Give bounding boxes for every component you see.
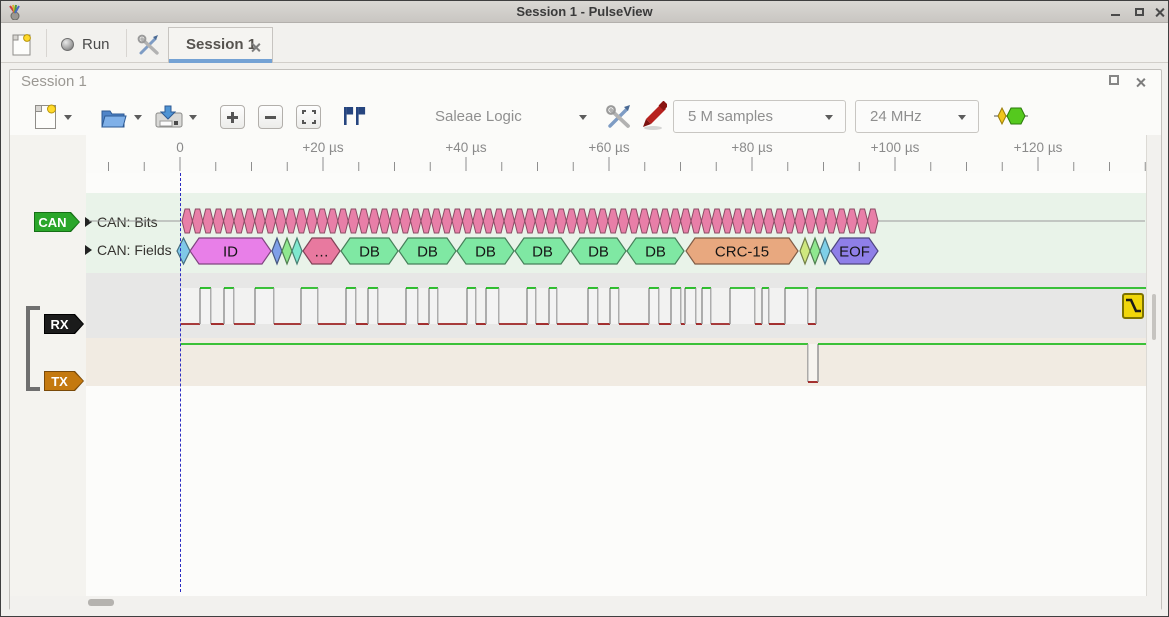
ruler-label: 0 — [176, 140, 184, 155]
panel-float-button[interactable] — [1109, 75, 1119, 85]
open-dropdown-arrow[interactable] — [134, 115, 142, 120]
save-button[interactable] — [155, 104, 183, 134]
falling-edge-icon — [1124, 295, 1142, 317]
ruler-label: +40 µs — [445, 140, 486, 155]
app-window: Session 1 - PulseView Run Session 1 Sess… — [0, 0, 1169, 617]
sample-rate-value: 24 MHz — [870, 108, 922, 125]
toolbar-separator — [46, 29, 47, 57]
add-decoder-button[interactable] — [994, 106, 1028, 131]
tab-session-1[interactable]: Session 1 — [168, 27, 273, 63]
sample-count-combo[interactable]: 5 M samples — [673, 100, 846, 133]
minimize-button[interactable] — [1105, 1, 1125, 23]
pulse-flags-icon — [341, 104, 367, 130]
configure-device-button[interactable] — [605, 103, 632, 135]
save-dropdown-arrow[interactable] — [189, 115, 197, 120]
maximize-button[interactable] — [1129, 1, 1149, 23]
new-file-icon — [34, 103, 57, 130]
signal-tag-tx[interactable]: TX — [44, 371, 84, 391]
combo-arrow-icon — [958, 115, 966, 120]
close-button[interactable] — [1149, 1, 1169, 23]
row-label: CAN: Bits — [97, 214, 158, 230]
run-label: Run — [82, 36, 110, 53]
tag-label: TX — [44, 371, 75, 391]
open-folder-icon — [100, 105, 128, 129]
scrollbar-track — [10, 596, 1161, 610]
float-icon — [1109, 75, 1119, 85]
tag-label: CAN — [34, 212, 71, 232]
expand-triangle-icon[interactable] — [85, 217, 92, 227]
tab-close-icon[interactable] — [250, 42, 261, 53]
plus-icon-bar — [231, 112, 234, 123]
new-file-dropdown-arrow[interactable] — [64, 115, 72, 120]
time-cursor[interactable] — [180, 173, 181, 592]
trace-right-margin — [1146, 135, 1161, 596]
maximize-icon — [1135, 8, 1144, 16]
minus-icon — [265, 116, 276, 119]
ruler-label: +80 µs — [731, 140, 772, 155]
zoom-edges-button[interactable] — [341, 104, 367, 135]
open-button[interactable] — [100, 105, 128, 134]
new-session-button[interactable] — [12, 33, 32, 56]
ruler-label: +60 µs — [588, 140, 629, 155]
save-icon — [155, 104, 183, 129]
decoder-rows-background[interactable] — [86, 193, 1146, 273]
tools-icon — [137, 34, 161, 56]
new-document-icon — [12, 33, 32, 56]
sample-count-value: 5 M samples — [688, 108, 773, 125]
zoom-in-button[interactable] — [220, 105, 245, 129]
rx-row-background[interactable] — [86, 273, 1146, 338]
combo-arrow-icon — [825, 115, 833, 120]
trigger-marker[interactable] — [1122, 293, 1144, 319]
tag-label: RX — [44, 314, 75, 334]
run-icon — [61, 38, 74, 51]
zoom-fit-icon — [302, 110, 316, 124]
ruler-label: +120 µs — [1014, 140, 1063, 155]
device-selector[interactable]: Saleae Logic — [435, 108, 522, 125]
decoder-row-bits[interactable]: CAN: Bits — [85, 214, 158, 230]
run-button[interactable]: Run — [61, 31, 111, 57]
zoom-out-button[interactable] — [258, 105, 283, 129]
decoder-row-fields[interactable]: CAN: Fields — [85, 242, 172, 258]
settings-button[interactable] — [137, 34, 161, 61]
window-title: Session 1 - PulseView — [1, 1, 1168, 23]
tools-icon — [605, 103, 632, 130]
decoder-tag-can[interactable]: CAN — [34, 212, 80, 232]
signal-tag-rx[interactable]: RX — [44, 314, 84, 334]
toolbar-separator — [126, 29, 127, 57]
probe-icon — [641, 101, 667, 131]
tab-active-indicator — [169, 59, 272, 63]
zoom-fit-button[interactable] — [296, 105, 321, 129]
title-bar[interactable]: Session 1 - PulseView — [1, 1, 1168, 23]
close-icon — [1154, 7, 1165, 18]
trace-header-sidebar — [10, 135, 86, 596]
tx-row-background[interactable] — [86, 338, 1146, 386]
sample-rate-combo[interactable]: 24 MHz — [855, 100, 979, 133]
panel-close-button[interactable] — [1135, 77, 1146, 88]
ruler-label: +100 µs — [871, 140, 920, 155]
vertical-scrollbar-handle[interactable] — [1152, 294, 1156, 340]
ruler-label: +20 µs — [302, 140, 343, 155]
new-file-button[interactable] — [34, 103, 57, 135]
channels-button[interactable] — [641, 101, 667, 136]
device-dropdown-arrow[interactable] — [579, 115, 587, 120]
tab-label: Session 1 — [186, 36, 256, 53]
expand-triangle-icon[interactable] — [85, 245, 92, 255]
minimize-icon — [1111, 14, 1120, 16]
decoder-icon — [994, 106, 1028, 126]
row-label: CAN: Fields — [97, 242, 172, 258]
horizontal-scrollbar-handle[interactable] — [88, 599, 114, 606]
panel-title: Session 1 — [21, 73, 87, 90]
